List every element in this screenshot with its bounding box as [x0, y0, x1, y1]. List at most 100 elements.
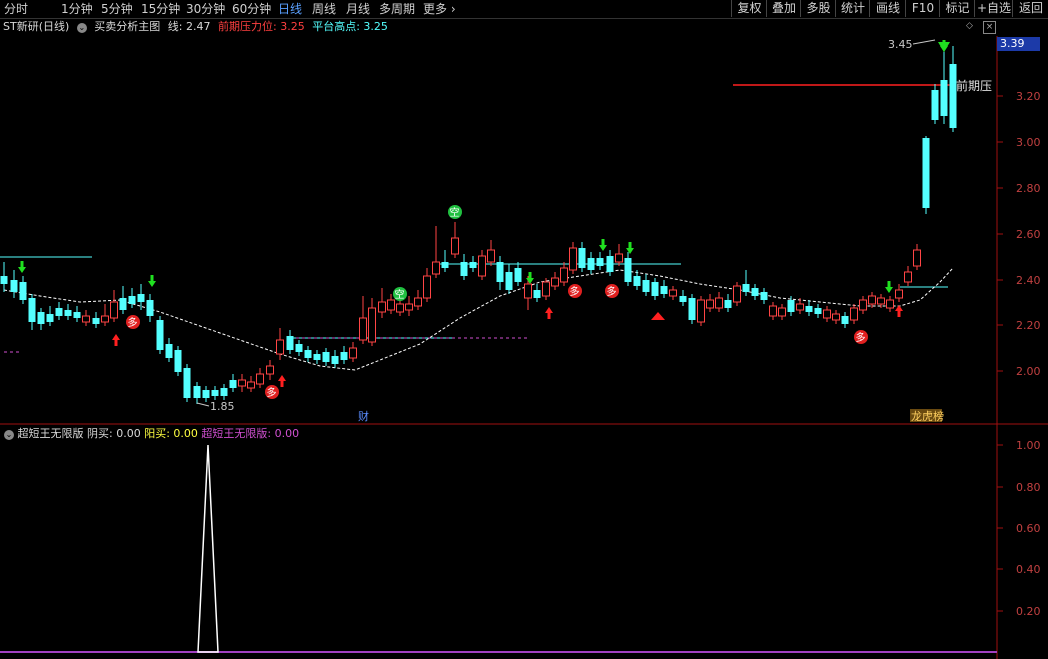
candle: [92, 312, 100, 328]
candle-body: [183, 368, 191, 398]
kline-chart[interactable]: 3.20 3.00 2.80 2.60 2.40 2.20 2.00 1.00 0.80 0.6…: [0, 0, 1048, 659]
candle: [913, 244, 921, 270]
candle: [359, 296, 367, 344]
candle-body: [760, 292, 768, 300]
sub-indicator-value: 超短王无限版: 0.00: [201, 427, 300, 440]
candle-body: [37, 312, 45, 324]
candle-body: [368, 307, 376, 343]
candle: [505, 264, 513, 294]
candle: [349, 342, 357, 362]
candle-body: [451, 237, 459, 255]
buy-arrow-icon: [112, 334, 120, 346]
candle: [688, 294, 696, 324]
candle-body: [322, 352, 330, 362]
candle-body: [533, 290, 541, 298]
candle-body: [256, 373, 264, 385]
candle: [823, 306, 831, 322]
candle: [832, 310, 840, 324]
candle-body: [55, 308, 63, 316]
candle-body: [805, 306, 813, 312]
candle-body: [478, 255, 486, 277]
candle-body: [633, 276, 641, 286]
candle-body: [378, 301, 386, 313]
candle: [119, 286, 127, 314]
candle: [202, 386, 210, 402]
candle: [778, 304, 786, 320]
candle: [441, 250, 449, 272]
candle: [256, 368, 264, 388]
candle-body: [0, 276, 8, 284]
candle: [841, 312, 849, 328]
candle-body: [229, 380, 237, 388]
kong-badge-label: 空: [395, 288, 405, 301]
candle-body: [514, 268, 522, 282]
candle-body: [82, 315, 90, 323]
candle-body: [578, 248, 586, 268]
candle: [146, 294, 154, 322]
main-tick-label: 2.20: [1016, 319, 1041, 332]
candle-body: [569, 247, 577, 271]
candle-body: [211, 390, 219, 396]
candle: [211, 386, 219, 400]
candle-body: [949, 64, 957, 128]
candle: [706, 294, 714, 312]
main-tick-label: 2.40: [1016, 274, 1041, 287]
candle-body: [10, 280, 18, 292]
candle: [414, 290, 422, 310]
duo-badge-label: 多: [128, 316, 138, 329]
candle: [73, 306, 81, 322]
candle-body: [904, 271, 912, 283]
candle: [487, 240, 495, 266]
sell-arrow-icon: [526, 272, 534, 284]
candle: [469, 256, 477, 272]
candle-body: [669, 289, 677, 297]
sub-indicator-name[interactable]: 超短王无限版: [18, 427, 84, 440]
candle-body: [587, 258, 595, 270]
dropdown-icon[interactable]: ⌄: [4, 430, 14, 440]
candle-body: [651, 282, 659, 296]
lhb-badge[interactable]: 龙虎榜: [911, 409, 944, 423]
candle: [769, 302, 777, 320]
low-pointer: [196, 402, 210, 407]
candle: [931, 84, 939, 124]
candle: [533, 284, 541, 302]
high-annotation: 3.45: [888, 38, 913, 51]
candle-body: [266, 365, 274, 375]
candle: [266, 360, 274, 380]
candle: [405, 296, 413, 316]
main-tick-label: 2.00: [1016, 365, 1041, 378]
candle-body: [524, 283, 532, 299]
candle: [451, 222, 459, 258]
candle-body: [660, 286, 668, 294]
candle: [669, 286, 677, 300]
candle-body: [596, 258, 604, 266]
candle-body: [724, 300, 732, 308]
sell-arrow-icon: [885, 281, 893, 293]
cai-badge[interactable]: 财: [358, 409, 369, 423]
candle-body: [742, 284, 750, 292]
candle-body: [913, 249, 921, 267]
candle: [496, 256, 504, 290]
candle: [615, 244, 623, 266]
candle-body: [796, 303, 804, 311]
candle-body: [460, 262, 468, 276]
candle-body: [313, 354, 321, 360]
candle-body: [551, 277, 559, 287]
candle-body: [414, 297, 422, 307]
candle: [0, 262, 8, 292]
sub-indicator-bar: ⌄ 超短王无限版 阴买: 0.00 阳买: 0.00 超短王无限版: 0.00: [0, 426, 299, 442]
candle: [587, 252, 595, 274]
candle: [460, 254, 468, 280]
candle: [859, 296, 867, 314]
candle-body: [340, 352, 348, 360]
candle: [751, 284, 759, 300]
candle: [387, 294, 395, 314]
candle: [276, 328, 284, 360]
yangmai-value: 阳买: 0.00: [144, 427, 198, 440]
ma-line: [3, 267, 954, 371]
candle: [660, 280, 668, 298]
candle: [760, 288, 768, 304]
candle-body: [19, 282, 27, 300]
candle-body: [769, 305, 777, 317]
candle: [128, 288, 136, 308]
